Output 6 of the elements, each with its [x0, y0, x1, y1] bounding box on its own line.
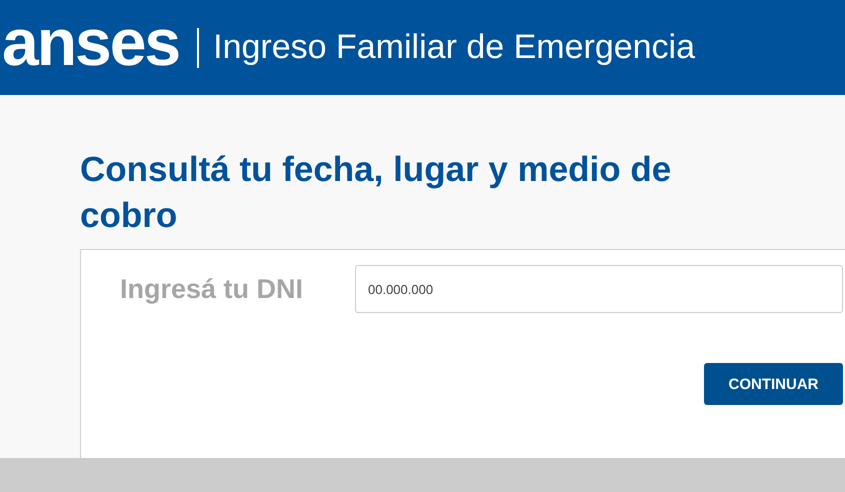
logo: anses [2, 4, 180, 80]
page-heading: Consultá tu fecha, lugar y medio de cobro [80, 149, 672, 237]
site-title: Ingreso Familiar de Emergencia [213, 28, 696, 67]
continue-button[interactable]: CONTINUAR [704, 363, 843, 405]
dni-label: Ingresá tu DNI [120, 274, 304, 304]
dni-input[interactable]: 00.000.000 [355, 265, 843, 313]
